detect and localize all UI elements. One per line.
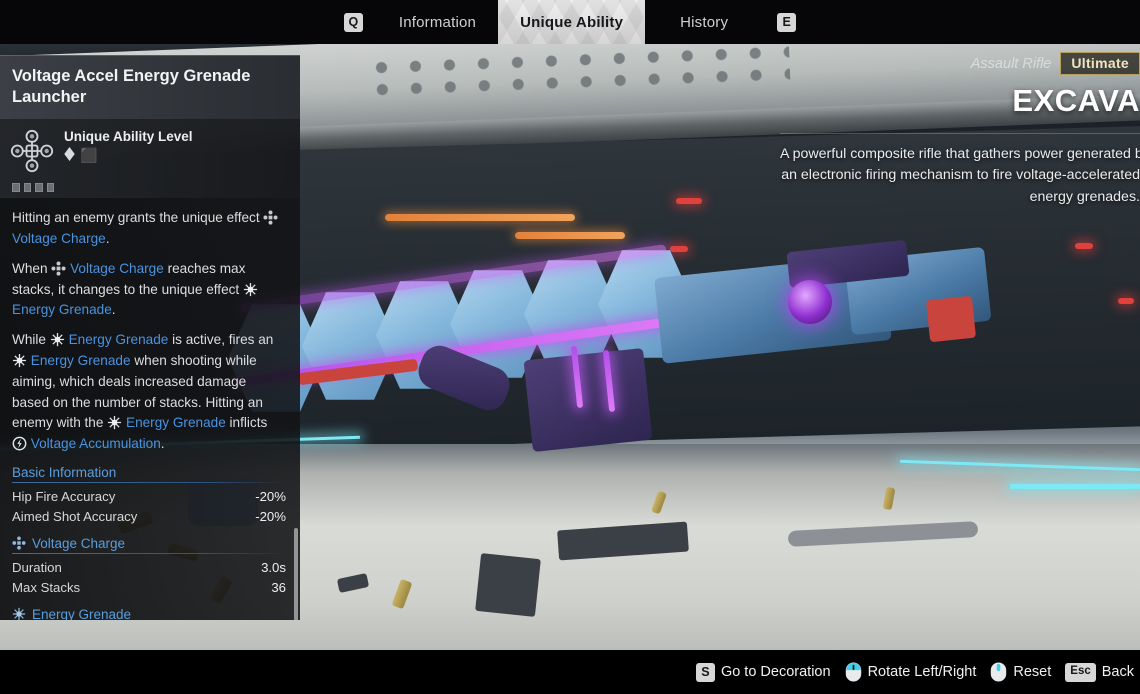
- stat-label: Aimed Shot Accuracy: [12, 508, 138, 524]
- top-tab-bar: Q Information Unique Ability History E: [0, 0, 1140, 44]
- action-go-to-decoration[interactable]: S Go to Decoration: [695, 662, 831, 682]
- energy-grenade-icon: [243, 282, 258, 297]
- mouse-both-buttons-icon: [845, 662, 862, 682]
- section-header-voltage-charge: Voltage Charge: [12, 536, 286, 555]
- section-header-energy-grenade: Energy Grenade: [12, 607, 286, 620]
- section-title: Voltage Charge: [32, 536, 126, 552]
- key-s-badge[interactable]: S: [695, 662, 715, 682]
- key-q-badge[interactable]: Q: [343, 12, 363, 32]
- stat-row: Hip Fire Accuracy -20%: [12, 486, 286, 506]
- panel-scrollbar[interactable]: [294, 528, 298, 620]
- key-e-badge[interactable]: E: [777, 12, 797, 32]
- ability-level-row: Unique Ability Level ⬛: [0, 119, 300, 199]
- weapon-magazine: [523, 347, 653, 453]
- tab-information[interactable]: Information: [377, 0, 498, 44]
- tab-list: Information Unique Ability History: [377, 0, 763, 44]
- stat-value: 3.0s: [261, 559, 286, 575]
- voltage-accumulation-icon: [12, 436, 27, 451]
- voltage-charge-icon: [10, 129, 54, 193]
- mouse-wheel-icon: [990, 662, 1007, 682]
- scene-orange-led: [385, 214, 575, 221]
- ability-title: Voltage Accel Energy Grenade Launcher: [12, 67, 251, 106]
- ability-title-bar: Voltage Accel Energy Grenade Launcher: [0, 55, 300, 120]
- action-back[interactable]: Esc Back: [1065, 662, 1134, 682]
- weapon-red-accent: [925, 295, 977, 343]
- diamond-icon: [64, 147, 75, 164]
- action-label: Reset: [1013, 664, 1052, 680]
- weapon-scope-lens: [788, 280, 832, 324]
- ability-level-pips: [12, 183, 54, 193]
- floor-part: [475, 553, 541, 617]
- weapon-info-overlay: Assault Rifle Ultimate EXCAVA A powerful…: [780, 52, 1140, 208]
- unique-ability-panel: Voltage Accel Energy Grenade Launcher Un…: [0, 55, 300, 620]
- ability-paragraph: When Voltage Charge reaches max stacks, …: [12, 259, 286, 321]
- weapon-type: Assault Rifle: [970, 55, 1052, 72]
- level-pip: [46, 183, 54, 193]
- level-pip: [12, 183, 20, 193]
- ability-paragraph: While Energy Grenade is active, fires an…: [12, 332, 274, 452]
- level-pip: [23, 183, 31, 193]
- stat-row: Max Stacks 36: [12, 577, 286, 597]
- ability-level-value-row: ⬛: [64, 147, 193, 164]
- stat-label: Hip Fire Accuracy: [12, 488, 116, 504]
- stat-value: -20%: [255, 508, 286, 524]
- energy-grenade-icon: [107, 415, 122, 430]
- bottom-action-bar: S Go to Decoration Rotate Left/Right Res…: [0, 650, 1140, 694]
- ability-level-label: Unique Ability Level: [64, 129, 193, 145]
- stat-row: Duration 3.0s: [12, 557, 286, 577]
- action-rotate-left-right[interactable]: Rotate Left/Right: [845, 662, 977, 682]
- ability-paragraph: Hitting an enemy grants the unique effec…: [12, 208, 286, 250]
- voltage-charge-icon: [263, 210, 278, 225]
- keyword-voltage-accumulation: Voltage Accumulation: [30, 436, 161, 452]
- weapon-description-line: energy grenades.: [1029, 188, 1140, 205]
- energy-grenade-icon: [12, 353, 27, 368]
- next-tab-key-slot[interactable]: E: [763, 0, 810, 44]
- weapon-type-row: Assault Rifle Ultimate: [780, 52, 1140, 75]
- keyword-energy-grenade: Energy Grenade: [126, 415, 226, 431]
- tab-unique-ability[interactable]: Unique Ability: [498, 0, 645, 44]
- rarity-badge: Ultimate: [1060, 52, 1140, 75]
- energy-grenade-icon: [12, 607, 27, 620]
- key-esc-badge[interactable]: Esc: [1065, 662, 1096, 682]
- stat-label: Duration: [12, 559, 62, 575]
- stat-label: Max Stacks: [12, 579, 81, 595]
- action-label: Back: [1101, 664, 1134, 680]
- tab-history[interactable]: History: [645, 0, 763, 44]
- weapon-description-line: an electronic firing mechanism to fire v…: [781, 167, 1140, 184]
- weapon-name: EXCAVA: [1012, 83, 1140, 118]
- section-title: Energy Grenade: [32, 607, 132, 620]
- weapon-model[interactable]: [116, 226, 992, 617]
- section-title: Basic Information: [12, 465, 117, 481]
- scene-red-led: [1075, 243, 1093, 249]
- action-label: Go to Decoration: [720, 664, 831, 680]
- scene-red-led: [1118, 298, 1134, 304]
- scene-red-led: [676, 198, 702, 204]
- energy-grenade-icon: [50, 332, 65, 347]
- level-pip: [35, 183, 43, 193]
- voltage-charge-icon: [12, 536, 27, 551]
- ability-body: Hitting an enemy grants the unique effec…: [0, 198, 300, 620]
- keyword-energy-grenade: Energy Grenade: [30, 353, 131, 369]
- stat-value: 36: [271, 579, 286, 595]
- keyword-voltage-charge: Voltage Charge: [12, 231, 106, 247]
- scene-cyan-light: [1010, 484, 1140, 489]
- weapon-description: A powerful composite rifle that gathers …: [780, 133, 1140, 208]
- action-reset[interactable]: Reset: [990, 662, 1051, 682]
- prev-tab-key-slot[interactable]: Q: [330, 0, 377, 44]
- stat-value: -20%: [255, 488, 286, 504]
- ability-level-value: ⬛: [80, 147, 98, 164]
- weapon-description-line: A powerful composite rifle that gathers …: [780, 146, 1140, 162]
- keyword-energy-grenade: Energy Grenade: [68, 332, 169, 348]
- keyword-energy-grenade: Energy Grenade: [12, 302, 112, 318]
- paragraph-text-1: Hitting an enemy grants the unique effec…: [12, 210, 260, 226]
- section-header-basic-information: Basic Information: [12, 465, 286, 484]
- stat-row: Aimed Shot Accuracy -20%: [12, 506, 286, 526]
- voltage-charge-icon: [51, 261, 66, 276]
- action-label: Rotate Left/Right: [867, 664, 977, 680]
- keyword-voltage-charge: Voltage Charge: [70, 260, 164, 276]
